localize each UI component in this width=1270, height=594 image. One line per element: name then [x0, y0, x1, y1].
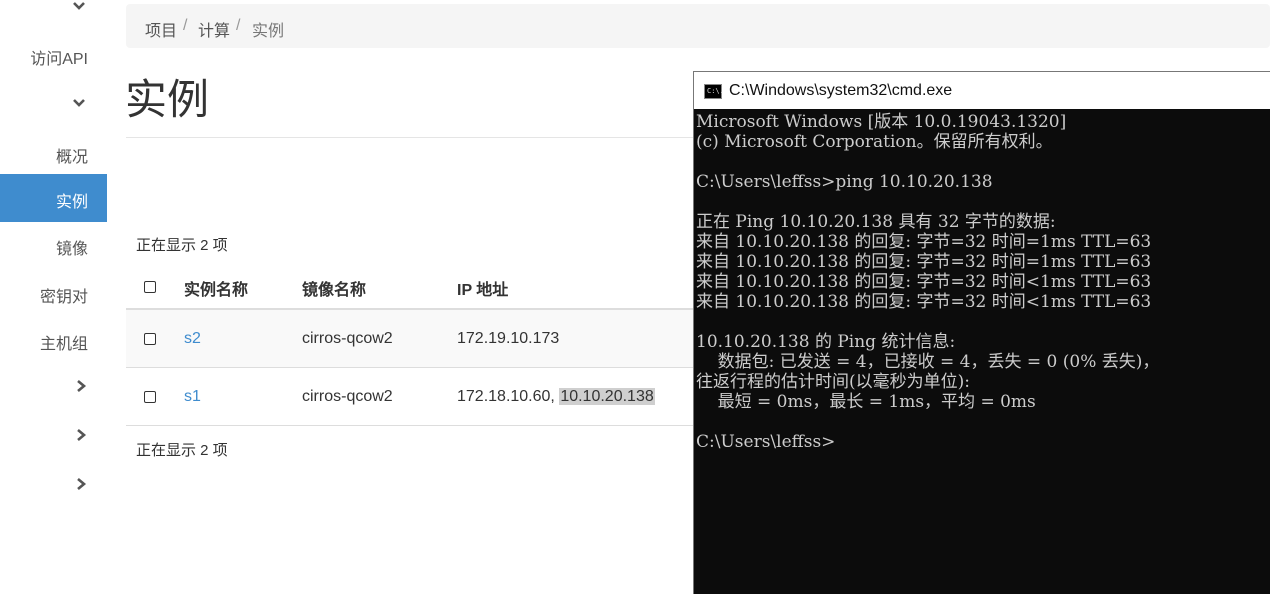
- breadcrumb: 项目 / 计算 / 实例: [126, 4, 1270, 48]
- divider: [126, 425, 696, 426]
- divider: [126, 137, 696, 138]
- column-header-image-name[interactable]: 镜像名称: [302, 276, 366, 300]
- breadcrumb-item-instances: 实例: [252, 23, 285, 40]
- ip-address-cell: 172.19.10.173: [457, 330, 560, 347]
- sidebar: 访问API 概况 实例 镜像 密钥对 主机组: [0, 0, 107, 594]
- divider: [126, 367, 696, 368]
- select-all-checkbox[interactable]: [144, 281, 156, 293]
- cmd-titlebar[interactable]: C:\. C:\Windows\system32\cmd.exe: [694, 72, 1270, 109]
- console-line: 数据包: 已发送 = 4，已接收 = 4，丢失 = 0 (0% 丢失)，: [696, 352, 1160, 372]
- image-name-cell: cirros-qcow2: [302, 388, 393, 405]
- breadcrumb-separator: /: [236, 17, 241, 34]
- item-count-bottom: 正在显示 2 项: [136, 442, 228, 459]
- console-line: 来自 10.10.20.138 的回复: 字节=32 时间<1ms TTL=63: [696, 272, 1152, 292]
- breadcrumb-item-compute[interactable]: 计算: [198, 17, 230, 41]
- breadcrumb-item-project[interactable]: 项目: [145, 17, 177, 41]
- row-checkbox[interactable]: [144, 333, 156, 345]
- chevron-down-icon[interactable]: [72, 96, 86, 110]
- row-checkbox[interactable]: [144, 391, 156, 403]
- cmd-window[interactable]: C:\. C:\Windows\system32\cmd.exe Microso…: [693, 71, 1270, 594]
- instance-name-link[interactable]: s1: [184, 388, 201, 406]
- column-header-instance-name[interactable]: 实例名称: [184, 276, 248, 300]
- ip-address-text: 172.18.10.60,: [457, 388, 560, 405]
- chevron-right-icon[interactable]: [74, 379, 88, 393]
- chevron-right-icon[interactable]: [74, 477, 88, 491]
- ip-address-selected-text: 10.10.20.138: [559, 388, 655, 405]
- terminal-icon: C:\.: [704, 84, 724, 99]
- chevron-right-icon[interactable]: [74, 428, 88, 442]
- sidebar-item-label: 实例: [55, 194, 88, 211]
- console-line: 往返行程的估计时间(以毫秒为单位):: [696, 372, 970, 392]
- console-line: C:\Users\leffss>: [696, 432, 836, 452]
- console-line: (c) Microsoft Corporation。保留所有权利。: [696, 132, 1053, 152]
- table-row: [126, 310, 696, 367]
- sidebar-item-overview[interactable]: 概况: [56, 143, 88, 167]
- instance-name-link[interactable]: s2: [184, 330, 201, 348]
- terminal-icon-text: C:\.: [707, 87, 724, 95]
- console-line: Microsoft Windows [版本 10.0.19043.1320]: [696, 112, 1067, 132]
- sidebar-item-instances[interactable]: 实例: [0, 174, 107, 222]
- breadcrumb-separator: /: [183, 17, 188, 34]
- page-title: 实例: [125, 76, 210, 123]
- item-count-top: 正在显示 2 项: [136, 237, 228, 254]
- console-line: 最短 = 0ms，最长 = 1ms，平均 = 0ms: [696, 392, 1036, 412]
- console-line: 来自 10.10.20.138 的回复: 字节=32 时间=1ms TTL=63: [696, 252, 1152, 272]
- ip-address-cell: 172.18.10.60, 10.10.20.138: [457, 388, 655, 406]
- column-header-ip-address[interactable]: IP 地址: [457, 276, 508, 300]
- cmd-console[interactable]: Microsoft Windows [版本 10.0.19043.1320] (c…: [694, 109, 1270, 594]
- sidebar-item-images[interactable]: 镜像: [56, 235, 88, 259]
- sidebar-item-host-groups[interactable]: 主机组: [40, 330, 88, 354]
- sidebar-item-api-access[interactable]: 访问API: [30, 45, 88, 69]
- cmd-window-title: C:\Windows\system32\cmd.exe: [729, 82, 953, 99]
- sidebar-item-key-pairs[interactable]: 密钥对: [40, 283, 88, 307]
- console-line: C:\Users\leffss>ping 10.10.20.138: [696, 172, 993, 192]
- image-name-cell: cirros-qcow2: [302, 330, 393, 347]
- console-line: 正在 Ping 10.10.20.138 具有 32 字节的数据:: [696, 212, 1056, 232]
- console-line: 来自 10.10.20.138 的回复: 字节=32 时间=1ms TTL=63: [696, 232, 1152, 252]
- chevron-down-icon[interactable]: [72, 0, 86, 14]
- console-line: 10.10.20.138 的 Ping 统计信息:: [696, 332, 956, 352]
- console-line: 来自 10.10.20.138 的回复: 字节=32 时间<1ms TTL=63: [696, 292, 1152, 312]
